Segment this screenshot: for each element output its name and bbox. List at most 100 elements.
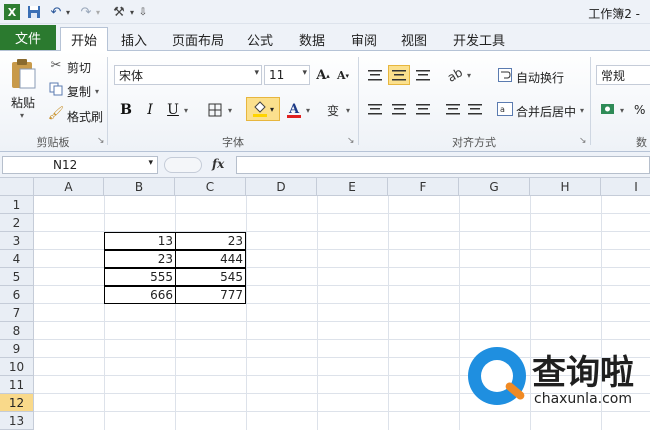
merge-center-button[interactable]: 合并后居中 (516, 103, 576, 120)
phonetic-guide-icon[interactable]: 变 (322, 99, 344, 121)
borders-icon[interactable] (205, 100, 225, 120)
font-color-icon[interactable]: A (283, 99, 305, 121)
formula-input[interactable] (236, 156, 650, 174)
merge-center-dropdown-icon[interactable]: ▾ (580, 106, 584, 115)
tab-review[interactable]: 审阅 (340, 27, 388, 51)
column-header-f[interactable]: F (388, 178, 459, 196)
customize-qat-icon[interactable]: ⇩ (138, 4, 148, 20)
redo-icon[interactable]: ↷ (78, 4, 94, 20)
paste-dropdown-icon[interactable]: ▾ (20, 111, 24, 120)
decrease-indent-button[interactable] (442, 99, 464, 119)
tab-page-layout[interactable]: 页面布局 (162, 27, 234, 51)
grow-font-icon[interactable]: A ▴ (314, 65, 332, 85)
copy-button[interactable]: 复制 (67, 83, 91, 100)
column-header-a[interactable]: A (34, 178, 104, 196)
bold-button[interactable]: B (116, 100, 136, 120)
cell-c6[interactable]: 777 (175, 286, 246, 304)
fill-color-button[interactable]: ▾ (246, 97, 280, 121)
row-header-4[interactable]: 4 (0, 250, 34, 268)
row-header-3[interactable]: 3 (0, 232, 34, 250)
wrap-text-icon[interactable] (496, 65, 514, 85)
column-header-d[interactable]: D (246, 178, 317, 196)
row-header-1[interactable]: 1 (0, 196, 34, 214)
column-header-g[interactable]: G (459, 178, 530, 196)
tools-dropdown-icon[interactable]: ▾ (128, 4, 136, 20)
orientation-icon[interactable]: ab (440, 61, 469, 89)
name-box[interactable]: N12 ▾ (2, 156, 158, 174)
number-format-select[interactable]: 常规 (596, 65, 650, 85)
accounting-dropdown-icon[interactable]: ▾ (620, 106, 624, 115)
clipboard-launcher-icon[interactable]: ↘ (97, 136, 105, 146)
cell-c4[interactable]: 444 (175, 250, 246, 268)
undo-icon[interactable]: ↶ (48, 4, 64, 20)
tab-formulas[interactable]: 公式 (236, 27, 284, 51)
merge-center-icon[interactable]: a (496, 99, 514, 119)
copy-dropdown-icon[interactable]: ▾ (95, 87, 99, 96)
tab-home[interactable]: 开始 (60, 27, 108, 51)
align-center-button[interactable] (388, 99, 410, 119)
orientation-dropdown-icon[interactable]: ▾ (467, 71, 471, 80)
tab-developer[interactable]: 开发工具 (444, 27, 514, 51)
percent-style-button[interactable]: % (634, 103, 645, 117)
italic-button[interactable]: I (140, 100, 160, 120)
column-header-e[interactable]: E (317, 178, 388, 196)
row-header-10[interactable]: 10 (0, 358, 34, 376)
row-header-6[interactable]: 6 (0, 286, 34, 304)
tab-view[interactable]: 视图 (390, 27, 438, 51)
align-middle-button[interactable] (388, 65, 410, 85)
cell-b5[interactable]: 555 (104, 268, 176, 286)
row-header-13[interactable]: 13 (0, 412, 34, 430)
alignment-launcher-icon[interactable]: ↘ (579, 136, 587, 146)
copy-icon[interactable] (48, 81, 64, 97)
phonetic-dropdown-icon[interactable]: ▾ (346, 106, 350, 115)
font-color-dropdown-icon[interactable]: ▾ (306, 106, 310, 115)
cell-c5[interactable]: 545 (175, 268, 246, 286)
row-header-8[interactable]: 8 (0, 322, 34, 340)
insert-function-icon[interactable]: fx (212, 157, 224, 171)
font-name-select[interactable]: 宋体 ▾ (114, 65, 262, 85)
font-size-select[interactable]: 11 ▾ (264, 65, 310, 85)
tools-icon[interactable]: ⚒ (110, 4, 128, 20)
wrap-text-button[interactable]: 自动换行 (516, 69, 564, 86)
increase-indent-button[interactable] (464, 99, 486, 119)
tab-file[interactable]: 文件 (0, 25, 56, 50)
cell-b6[interactable]: 666 (104, 286, 176, 304)
excel-app-icon[interactable]: X (4, 4, 20, 20)
paste-icon[interactable] (8, 57, 38, 91)
cell-b4[interactable]: 23 (104, 250, 176, 268)
column-header-c[interactable]: C (175, 178, 246, 196)
column-header-h[interactable]: H (530, 178, 601, 196)
formula-bar-splitter[interactable] (164, 157, 202, 173)
select-all-button[interactable] (0, 178, 34, 196)
cell-c3[interactable]: 23 (175, 232, 246, 250)
format-painter-icon[interactable]: 🖌 (48, 105, 65, 121)
row-header-2[interactable]: 2 (0, 214, 34, 232)
undo-dropdown-icon[interactable]: ▾ (64, 4, 72, 20)
column-header-i[interactable]: I (601, 178, 650, 196)
row-header-12[interactable]: 12 (0, 394, 34, 412)
shrink-font-icon[interactable]: A ▾ (334, 65, 352, 85)
redo-dropdown-icon[interactable]: ▾ (94, 4, 102, 20)
scissors-icon[interactable]: ✂ (48, 57, 64, 73)
borders-dropdown-icon[interactable]: ▾ (228, 106, 232, 115)
align-top-button[interactable] (364, 65, 386, 85)
row-header-5[interactable]: 5 (0, 268, 34, 286)
paste-button-label[interactable]: 粘贴 (11, 94, 35, 111)
underline-button[interactable]: U (163, 100, 183, 120)
cell-b3[interactable]: 13 (104, 232, 176, 250)
underline-dropdown-icon[interactable]: ▾ (184, 106, 188, 115)
tab-insert[interactable]: 插入 (110, 27, 158, 51)
accounting-format-icon[interactable] (598, 99, 618, 119)
column-header-b[interactable]: B (104, 178, 175, 196)
align-left-button[interactable] (364, 99, 386, 119)
row-header-9[interactable]: 9 (0, 340, 34, 358)
tab-data[interactable]: 数据 (288, 27, 336, 51)
align-bottom-button[interactable] (412, 65, 434, 85)
align-right-button[interactable] (412, 99, 434, 119)
row-header-11[interactable]: 11 (0, 376, 34, 394)
format-painter-button[interactable]: 格式刷 (67, 108, 103, 125)
font-launcher-icon[interactable]: ↘ (347, 136, 355, 146)
save-icon[interactable] (26, 4, 42, 20)
row-header-7[interactable]: 7 (0, 304, 34, 322)
cut-button[interactable]: 剪切 (67, 59, 91, 76)
